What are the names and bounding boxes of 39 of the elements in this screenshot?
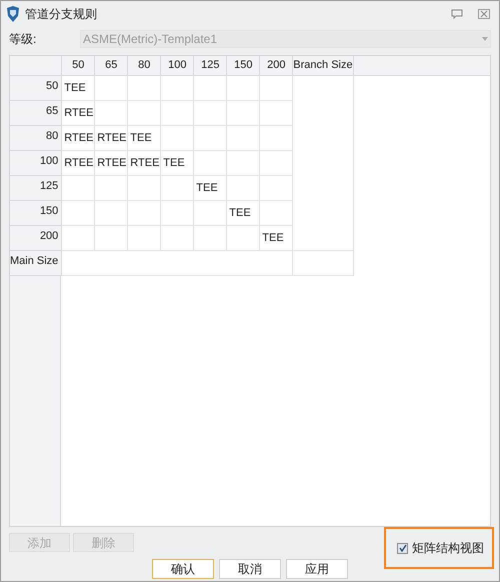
row-header[interactable]: 200 xyxy=(10,226,62,251)
matrix-view-checkbox[interactable] xyxy=(397,542,408,554)
row-header[interactable]: 65 xyxy=(10,100,62,126)
column-header[interactable]: 50 xyxy=(62,56,95,76)
app-icon xyxy=(6,6,20,22)
dialog-button[interactable]: 取消 xyxy=(219,559,281,580)
check-icon xyxy=(398,544,406,552)
column-header[interactable]: 150 xyxy=(226,56,260,76)
column-header[interactable]: Branch Size xyxy=(292,56,354,76)
table-cell: TEE xyxy=(128,126,161,151)
row-header[interactable]: 100 xyxy=(10,150,62,176)
column-header[interactable]: 80 xyxy=(128,56,161,76)
dropdown-arrow-icon xyxy=(482,36,488,41)
row-header[interactable]: 125 xyxy=(10,176,62,201)
column-header[interactable]: 125 xyxy=(194,56,227,76)
table-cell: RTEE xyxy=(62,126,95,151)
close-icon[interactable] xyxy=(478,8,490,19)
table-cell: TEE xyxy=(160,150,194,176)
column-header[interactable]: 65 xyxy=(94,56,128,76)
column-header[interactable]: 200 xyxy=(260,56,293,76)
grade-label: 等级: xyxy=(9,30,38,48)
row-header[interactable]: 150 xyxy=(10,200,62,226)
row-header[interactable]: 80 xyxy=(10,126,62,151)
dialog-button[interactable]: 确认 xyxy=(152,559,214,580)
table-cell: TEE xyxy=(194,176,227,201)
table-cell: RTEE xyxy=(62,100,95,126)
table-cell: TEE xyxy=(226,200,260,226)
table-cell: RTEE xyxy=(94,126,128,151)
row-header[interactable]: 50 xyxy=(10,76,62,101)
table-cell: RTEE xyxy=(62,150,95,176)
table-cell: RTEE xyxy=(128,150,161,176)
dialog-button[interactable]: 应用 xyxy=(286,559,348,580)
matrix-view-label: 矩阵结构视图 xyxy=(412,540,484,558)
row-header[interactable]: Main Size xyxy=(10,250,62,276)
comment-icon[interactable] xyxy=(451,8,463,19)
table-cell: TEE xyxy=(62,76,95,101)
window-title: 管道分支规则 xyxy=(25,6,97,23)
table-cell: RTEE xyxy=(94,150,128,176)
column-header[interactable]: 100 xyxy=(160,56,194,76)
